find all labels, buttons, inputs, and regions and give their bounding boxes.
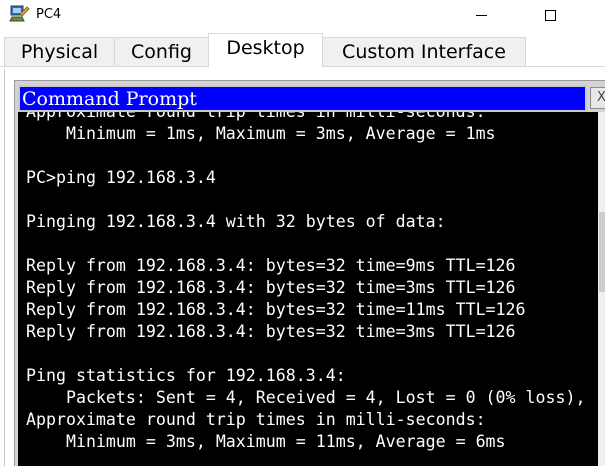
window-title: PC4 (36, 7, 62, 22)
tab-custom-interface[interactable]: Custom Interface (322, 37, 526, 66)
terminal-line: Reply from 192.168.3.4: bytes=32 time=3m… (26, 322, 516, 341)
maximize-icon[interactable] (545, 10, 556, 21)
command-prompt-title: Command Prompt (22, 88, 197, 110)
tab-config[interactable]: Config (114, 37, 209, 66)
pc-app-icon (9, 5, 30, 22)
terminal-line: Approximate round trip times in milli-se… (26, 112, 585, 123)
panel-border (4, 69, 5, 466)
terminal-line: Reply from 192.168.3.4: bytes=32 time=11… (26, 300, 526, 319)
terminal-line: Packets: Sent = 4, Received = 4, Lost = … (26, 388, 586, 407)
tab-bar: Physical Config Desktop Custom Interface (0, 32, 605, 67)
terminal-line: Approximate round trip times in milli-se… (26, 410, 486, 429)
terminal-line: Reply from 192.168.3.4: bytes=32 time=9m… (26, 256, 516, 275)
tab-desktop[interactable]: Desktop (208, 33, 323, 67)
tab-physical[interactable]: Physical (4, 37, 115, 66)
scrollbar-thumb[interactable] (599, 212, 605, 292)
terminal-line: PC>ping 192.168.3.4 (26, 168, 216, 187)
window-titlebar: PC4 (0, 0, 605, 32)
command-prompt-titlebar: Command Prompt (18, 85, 587, 112)
terminal-line: Minimum = 3ms, Maximum = 11ms, Average =… (26, 432, 506, 451)
terminal-line: Minimum = 1ms, Maximum = 3ms, Average = … (26, 124, 496, 143)
terminal-line: Reply from 192.168.3.4: bytes=32 time=3m… (26, 278, 516, 297)
terminal-line: Pinging 192.168.3.4 with 32 bytes of dat… (26, 212, 446, 231)
terminal-output[interactable]: Approximate round trip times in milli-se… (18, 112, 598, 466)
minimize-icon[interactable] (476, 15, 487, 16)
vertical-scrollbar[interactable] (598, 112, 605, 466)
close-button[interactable]: X (590, 87, 605, 109)
terminal-lines: Approximate round trip times in milli-se… (26, 112, 585, 453)
terminal-line: Ping statistics for 192.168.3.4: (26, 366, 346, 385)
